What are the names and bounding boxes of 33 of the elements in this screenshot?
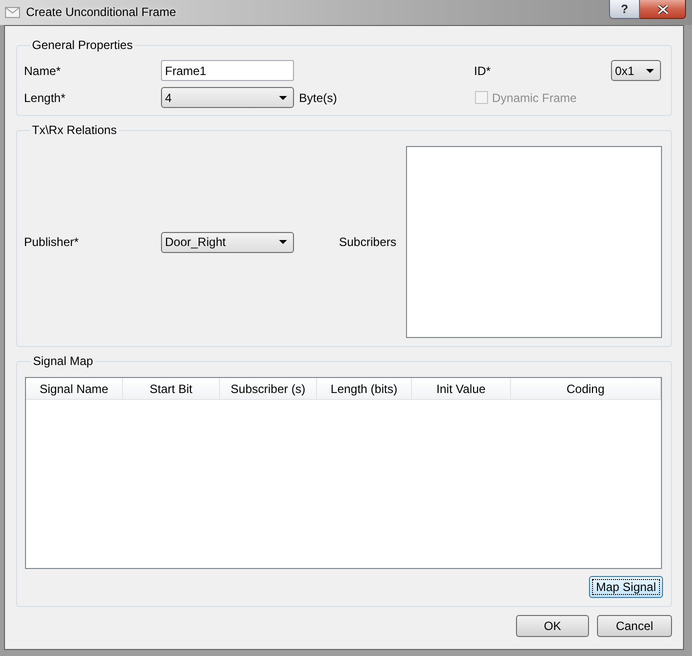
group-title: General Properties <box>31 38 134 53</box>
column-header[interactable]: Init Value <box>412 378 511 400</box>
caret-icon <box>646 68 654 72</box>
close-button[interactable] <box>640 0 686 19</box>
signal-map-table[interactable]: Signal Name Start Bit Subscriber (s) Length (bits) Init Value Coding <box>25 377 662 569</box>
caret-icon <box>279 240 287 244</box>
column-header[interactable]: Subscriber (s) <box>220 378 317 400</box>
window-title: Create Unconditional Frame <box>26 5 176 20</box>
checkbox-label: Dynamic Frame <box>492 90 577 106</box>
caret-icon <box>279 96 287 100</box>
dialog-button[interactable]: OK <box>516 615 589 637</box>
column-header[interactable]: Coding <box>511 378 661 400</box>
field-label: Subcribers <box>339 234 398 251</box>
name-field[interactable]: Frame1 <box>161 60 294 81</box>
column-header[interactable]: Length (bits) <box>317 378 412 400</box>
field-label: Publisher* <box>24 234 80 251</box>
help-button[interactable]: ? <box>609 0 640 19</box>
id-select[interactable]: 0x1 <box>611 60 661 81</box>
unit-label: Byte(s) <box>299 90 338 106</box>
length-select[interactable]: 4 <box>161 87 294 108</box>
close-icon <box>658 4 668 14</box>
envelope-icon <box>5 7 20 18</box>
field-label: Name* <box>24 62 62 80</box>
subscribers-list[interactable] <box>406 146 662 338</box>
publisher-select[interactable]: Door_Right <box>161 232 294 252</box>
dialog-button[interactable]: Cancel <box>597 615 672 637</box>
field-label: ID* <box>474 62 492 80</box>
group-title: Tx\Rx Relations <box>31 123 118 138</box>
column-header[interactable]: Signal Name <box>26 378 123 400</box>
field-label: Length* <box>24 90 66 106</box>
column-header[interactable]: Start Bit <box>123 378 220 400</box>
group-title: Signal Map <box>32 354 94 369</box>
map-signal-button[interactable]: Map Signal <box>589 576 663 598</box>
